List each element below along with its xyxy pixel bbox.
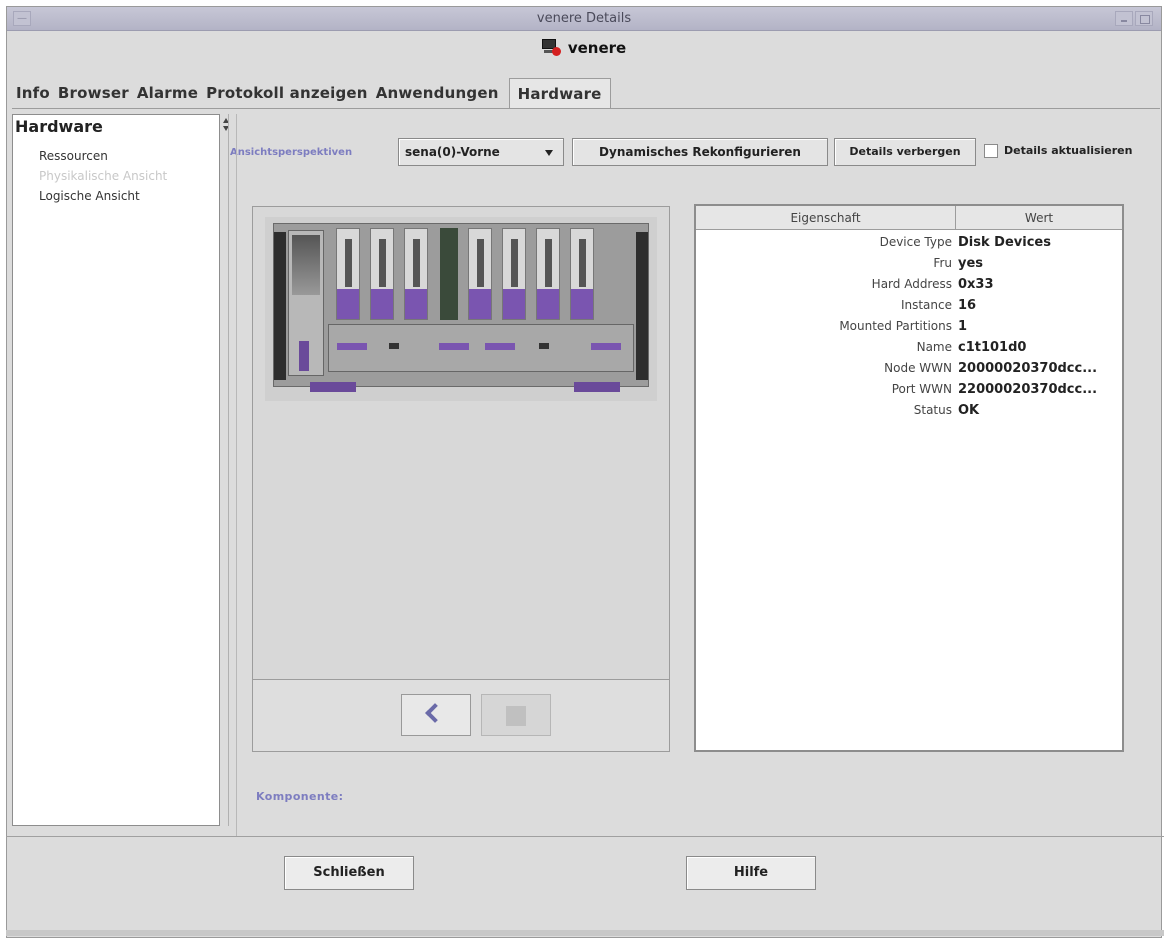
- tab-bar: Info Browser Alarme Protokoll anzeigen A…: [12, 78, 611, 108]
- tree-item-logische-ansicht[interactable]: Logische Ansicht: [39, 189, 140, 203]
- tab-browser[interactable]: Browser: [54, 78, 133, 108]
- panel-splitter[interactable]: [220, 114, 232, 826]
- host-header: venere: [7, 33, 1161, 69]
- tab-anwendungen[interactable]: Anwendungen: [372, 78, 503, 108]
- tab-alarme[interactable]: Alarme: [133, 78, 202, 108]
- content-frame: [236, 114, 1158, 836]
- tree-root-hardware[interactable]: Hardware: [15, 117, 103, 136]
- tree-item-ressourcen[interactable]: Ressourcen: [39, 149, 108, 163]
- tab-divider: [12, 108, 1160, 109]
- minimize-button[interactable]: [1115, 11, 1133, 26]
- host-alarm-icon: [541, 39, 562, 57]
- tab-info[interactable]: Info: [12, 78, 54, 108]
- window-bottom-border: [6, 930, 1164, 936]
- window-title: venere Details: [536, 11, 632, 26]
- title-bar: — venere Details: [7, 7, 1161, 31]
- help-button[interactable]: Hilfe: [686, 856, 816, 890]
- close-button[interactable]: Schließen: [284, 856, 414, 890]
- host-name: venere: [567, 39, 627, 57]
- footer-divider: [6, 836, 1164, 837]
- tab-protokoll-anzeigen[interactable]: Protokoll anzeigen: [202, 78, 372, 108]
- hardware-tree: Hardware Ressourcen Physikalische Ansich…: [12, 114, 220, 826]
- tab-hardware[interactable]: Hardware: [508, 78, 611, 108]
- maximize-button[interactable]: [1135, 11, 1153, 26]
- tree-item-physikalische-ansicht: Physikalische Ansicht: [39, 169, 168, 183]
